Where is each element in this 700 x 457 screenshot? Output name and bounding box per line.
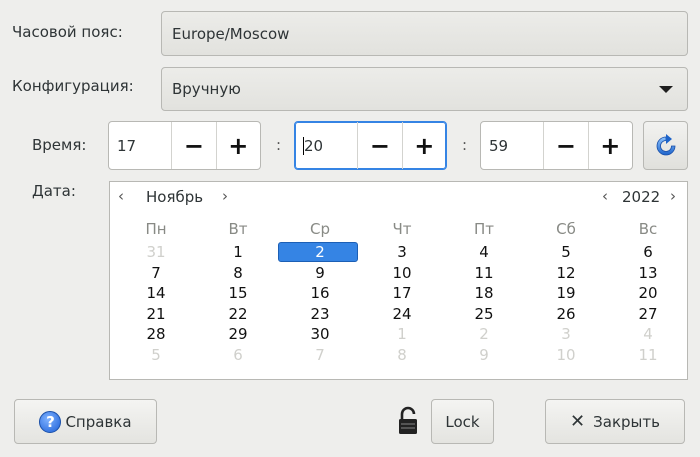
month-label: Ноябрь [146,188,204,206]
calendar-day[interactable]: 16 [279,284,361,302]
calendar-day[interactable]: 3 [525,325,607,343]
calendar-day[interactable]: 7 [115,264,197,282]
weekday-header: Вт [228,220,248,238]
minutes-spinner[interactable]: 20 − + [294,121,447,170]
calendar-day[interactable]: 1 [361,325,443,343]
chevron-down-icon [659,86,673,93]
refresh-button[interactable] [643,121,688,170]
calendar-day[interactable]: 18 [443,284,525,302]
calendar-day[interactable]: 3 [361,243,443,261]
calendar-day[interactable]: 10 [361,264,443,282]
calendar-header: ‹ Ноябрь › ‹ 2022 › [110,182,687,210]
calendar-day[interactable]: 8 [361,346,443,364]
time-separator: : [462,136,468,154]
close-button-label: Закрыть [593,412,660,431]
weekday-header: Пт [473,220,495,238]
calendar-day[interactable]: 2 [279,243,361,261]
calendar-day[interactable]: 13 [607,264,689,282]
help-button[interactable]: ? Справка [14,399,157,444]
next-month-button[interactable]: › [222,187,228,205]
timezone-field[interactable]: Europe/Moscow [161,11,688,56]
calendar-day[interactable]: 11 [607,346,689,364]
calendar-day[interactable]: 30 [279,325,361,343]
calendar-day[interactable]: 25 [443,305,525,323]
lock-button-label: Lock [445,412,480,431]
prev-year-button[interactable]: ‹ [602,187,608,205]
timezone-value: Europe/Moscow [172,24,290,43]
timezone-label: Часовой пояс: [12,23,123,41]
help-button-label: Справка [65,412,132,431]
seconds-decrement-button[interactable]: − [543,122,587,169]
calendar-day[interactable]: 10 [525,346,607,364]
refresh-icon [656,133,675,155]
calendar-day[interactable]: 9 [279,264,361,282]
hours-spinner[interactable]: 17 − + [108,121,261,170]
calendar-day[interactable]: 31 [115,243,197,261]
calendar-day[interactable]: 1 [197,243,279,261]
calendar-day[interactable]: 4 [607,325,689,343]
config-combobox[interactable]: Вручную [161,67,688,111]
config-value: Вручную [172,80,241,98]
calendar-day[interactable]: 9 [443,346,525,364]
calendar-day[interactable]: 23 [279,305,361,323]
calendar-day[interactable]: 21 [115,305,197,323]
x-icon: ✕ [570,411,586,432]
seconds-spinner[interactable]: 59 − + [480,121,633,170]
calendar-day[interactable]: 11 [443,264,525,282]
lock-button[interactable]: Lock [431,399,494,444]
calendar-day[interactable]: 27 [607,305,689,323]
weekday-header: Вс [638,220,658,238]
date-label: Дата: [32,182,76,200]
calendar-day[interactable]: 2 [443,325,525,343]
calendar-day[interactable]: 15 [197,284,279,302]
hours-decrement-button[interactable]: − [171,122,215,169]
calendar-day[interactable]: 14 [115,284,197,302]
weekday-header: Пн [145,220,167,238]
config-label: Конфигурация: [12,77,134,95]
minutes-value: 20 [304,136,324,155]
calendar-day[interactable]: 20 [607,284,689,302]
weekday-header: Ср [310,220,330,238]
calendar[interactable]: ‹ Ноябрь › ‹ 2022 › Пн Вт Ср Чт Пт Сб Вс 31 1 2 3 4… [109,181,688,380]
time-label: Время: [32,136,87,154]
calendar-day[interactable]: 26 [525,305,607,323]
minutes-decrement-button[interactable]: − [357,122,401,169]
calendar-day[interactable]: 12 [525,264,607,282]
calendar-day[interactable]: 22 [197,305,279,323]
calendar-day[interactable]: 4 [443,243,525,261]
hours-increment-button[interactable]: + [215,122,260,169]
close-button[interactable]: ✕ Закрыть [545,399,685,444]
calendar-day[interactable]: 5 [525,243,607,261]
hours-input[interactable]: 17 [109,122,171,169]
calendar-day[interactable]: 17 [361,284,443,302]
next-year-button[interactable]: › [670,187,676,205]
seconds-input[interactable]: 59 [481,122,543,169]
calendar-day[interactable]: 7 [279,346,361,364]
minutes-input[interactable]: 20 [295,122,357,169]
calendar-day[interactable]: 6 [607,243,689,261]
time-separator: : [276,136,282,154]
calendar-day[interactable]: 24 [361,305,443,323]
help-icon: ? [39,410,62,433]
seconds-increment-button[interactable]: + [587,122,632,169]
calendar-day[interactable]: 28 [115,325,197,343]
calendar-day[interactable]: 8 [197,264,279,282]
calendar-day[interactable]: 19 [525,284,607,302]
padlock-icon [399,406,417,434]
prev-month-button[interactable]: ‹ [118,187,124,205]
weekday-header: Сб [556,220,576,238]
weekday-header: Чт [392,220,412,238]
calendar-day[interactable]: 29 [197,325,279,343]
calendar-day[interactable]: 5 [115,346,197,364]
calendar-day[interactable]: 6 [197,346,279,364]
year-label: 2022 [622,188,661,206]
minutes-increment-button[interactable]: + [401,122,446,169]
